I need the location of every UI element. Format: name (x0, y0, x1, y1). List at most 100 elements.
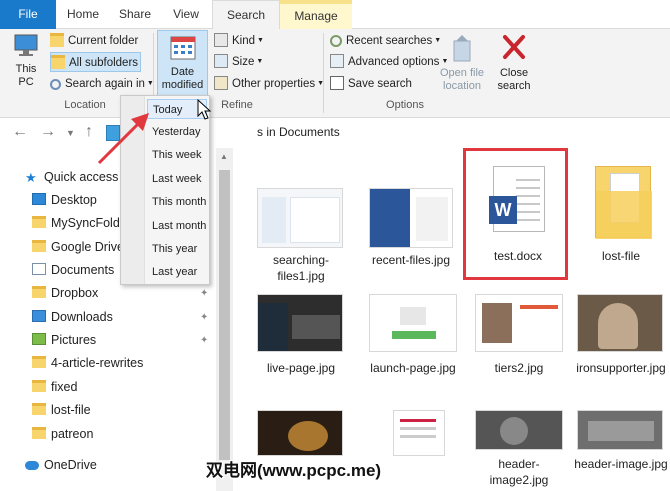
tab-search[interactable]: Search (212, 0, 280, 30)
advanced-options-button[interactable]: Advanced options ▼ (330, 52, 448, 72)
tree-item-documents[interactable]: Documents (32, 259, 114, 282)
tab-manage[interactable]: Manage (280, 4, 352, 29)
tree-item-label: Google Drive (51, 240, 124, 254)
tree-item-label: MySyncFolde (51, 216, 127, 230)
file-tile[interactable]: lost-file (573, 162, 669, 272)
open-location-icon (453, 35, 471, 62)
folder-icon (32, 380, 46, 392)
chevron-down-icon: ▼ (257, 37, 264, 44)
file-tile[interactable]: recent-files.jpg (363, 188, 459, 288)
refine-group-label: Refine (221, 99, 253, 111)
tree-item-label: 4-article-rewrites (51, 356, 144, 370)
file-thumbnail (475, 410, 563, 450)
close-icon (503, 35, 525, 59)
tree-item-4-article-rewrites[interactable]: 4-article-rewrites (32, 352, 143, 375)
tree-item-onedrive[interactable]: OneDrive (25, 454, 97, 477)
tree-item-dropbox[interactable]: Dropbox (32, 282, 98, 305)
vertical-scrollbar[interactable]: ▲ (216, 148, 233, 491)
save-icon (330, 76, 344, 90)
chevron-down-icon: ▼ (256, 58, 264, 65)
tree-item-fixed[interactable]: fixed (32, 376, 77, 399)
tree-item-downloads[interactable]: Downloads (32, 306, 113, 329)
tree-item-pictures[interactable]: Pictures (32, 329, 96, 352)
open-file-location-button[interactable]: Open file location (438, 33, 486, 93)
recent-searches-button[interactable]: Recent searches ▼ (330, 31, 441, 51)
tree-item-label: Pictures (51, 333, 97, 347)
close-search-button[interactable]: Close search (492, 33, 536, 93)
advanced-options-label: Advanced options (348, 56, 440, 68)
up-arrow-icon[interactable]: ↑ (85, 123, 93, 141)
forward-arrow-icon[interactable]: → (40, 123, 56, 141)
file-tile[interactable]: searching-files1.jpg (253, 188, 349, 288)
clock-icon (330, 35, 342, 47)
file-tile[interactable]: launch-page.jpg (363, 294, 463, 404)
menu-item-this-week[interactable]: This week (152, 145, 208, 165)
recent-locations-chevron-icon[interactable]: ▼ (66, 128, 75, 138)
tree-item-google-drive[interactable]: Google Drive (32, 236, 124, 259)
ribbon-divider (323, 33, 324, 113)
tab-view[interactable]: View (160, 0, 212, 29)
recent-searches-label: Recent searches (346, 35, 433, 47)
watermark: 双电网(www.pcpc.me) (206, 461, 382, 480)
desktop-icon (32, 193, 46, 205)
all-subfolders-button[interactable]: All subfolders (50, 52, 142, 72)
date-modified-button[interactable]: Date modified (157, 30, 208, 96)
tab-home[interactable]: Home (56, 0, 110, 29)
save-search-label: Save search (348, 78, 412, 90)
tree-item-lost-file[interactable]: lost-file (32, 399, 91, 422)
menu-item-this-year[interactable]: This year (152, 239, 208, 259)
tab-file[interactable]: File (0, 0, 56, 29)
file-tile[interactable]: header-image.jpg (573, 410, 669, 490)
menu-item-last-month[interactable]: Last month (152, 216, 208, 236)
menu-item-this-month[interactable]: This month (152, 192, 208, 212)
tree-item-label: Documents (51, 263, 115, 277)
search-icon (50, 79, 61, 90)
save-search-button[interactable]: Save search (330, 74, 412, 94)
tab-share[interactable]: Share (110, 0, 160, 29)
options-icon (330, 54, 344, 68)
menu-item-last-year[interactable]: Last year (152, 262, 208, 282)
back-arrow-icon[interactable]: ← (12, 123, 28, 141)
highlight-box (463, 148, 568, 280)
file-tile[interactable]: tiers2.jpg (469, 294, 569, 404)
mouse-cursor-icon (197, 99, 212, 120)
scrollbar-thumb[interactable] (219, 170, 230, 460)
this-pc-label: This PC (15, 63, 37, 88)
computer-icon (14, 34, 38, 56)
current-folder-button[interactable]: Current folder (50, 31, 138, 51)
file-thumbnail (369, 188, 453, 248)
tree-item-patreon[interactable]: patreon (32, 423, 93, 446)
this-pc-button[interactable]: This PC (8, 33, 44, 89)
file-thumbnail (577, 294, 663, 352)
kind-icon (214, 33, 228, 47)
file-thumbnail (257, 410, 343, 456)
tree-item-mysyncfolder[interactable]: MySyncFolde (32, 212, 127, 235)
tree-item-desktop[interactable]: Desktop (32, 189, 97, 212)
file-tile[interactable]: live-page.jpg (253, 294, 349, 404)
kind-button[interactable]: Kind ▼ (214, 31, 264, 51)
file-tile[interactable]: header-image2.jpg (469, 410, 569, 490)
size-button[interactable]: Size ▼ (214, 52, 263, 72)
file-name: header-image.jpg (574, 457, 668, 471)
file-thumbnail (257, 188, 343, 248)
close-search-label: Close search (497, 67, 531, 92)
options-group-label: Options (386, 99, 424, 111)
search-again-in-label: Search again in (65, 78, 145, 90)
search-again-in-button[interactable]: Search again in ▼ (50, 74, 154, 94)
file-view: searching-files1.jpg recent-files.jpg W … (233, 148, 670, 491)
folder-icon (32, 286, 46, 298)
tree-item-quick-access[interactable]: ★ Quick access (25, 166, 118, 189)
other-properties-button[interactable]: Other properties ▼ (214, 74, 324, 94)
file-tile[interactable]: ironsupporter.jpg (573, 294, 669, 404)
menu-item-yesterday[interactable]: Yesterday (152, 122, 208, 142)
documents-icon (32, 263, 46, 275)
file-name: tiers2.jpg (494, 361, 544, 375)
folder-icon (50, 33, 64, 47)
file-name: launch-page.jpg (370, 361, 456, 375)
pictures-icon (32, 333, 46, 345)
pin-icon: ✦ (200, 335, 209, 346)
menu-item-last-week[interactable]: Last week (152, 169, 208, 189)
file-name: searching-files1.jpg (272, 253, 330, 283)
scroll-up-icon[interactable]: ▲ (220, 152, 228, 161)
breadcrumb: s in Documents (257, 125, 340, 139)
